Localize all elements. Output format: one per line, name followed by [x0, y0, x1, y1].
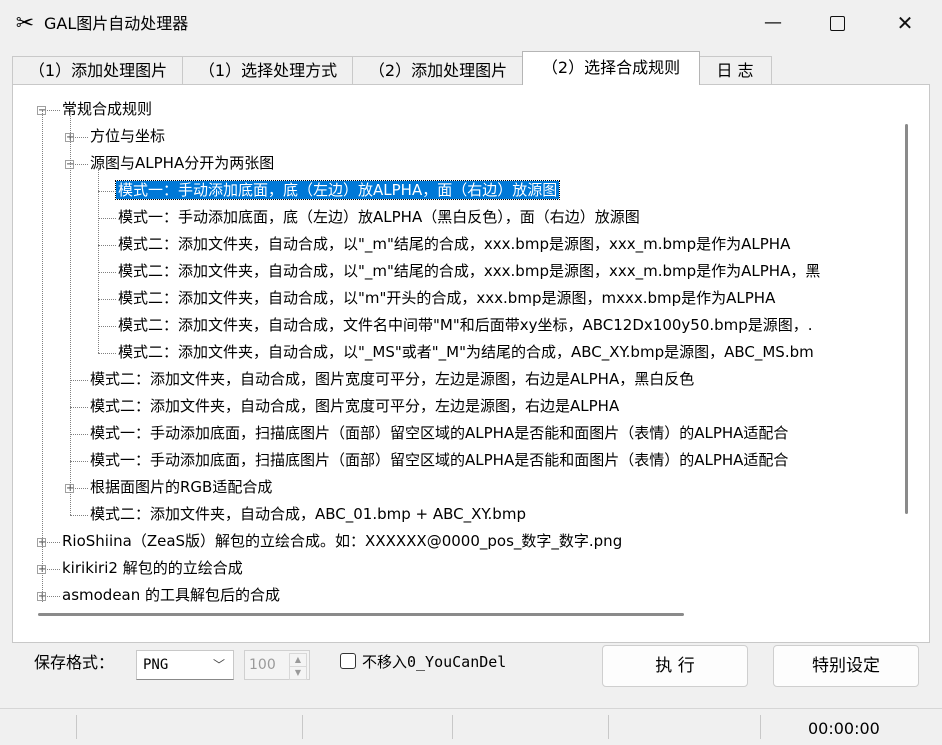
tree-guide-line — [42, 110, 43, 602]
horizontal-scrollbar[interactable] — [24, 606, 898, 620]
tree-item[interactable]: 模式二：添加文件夹，自动合成，以"_MS"或者"_M"为结尾的合成，ABC_XY… — [116, 339, 816, 366]
save-format-label: 保存格式： — [34, 653, 115, 672]
tree-node-label: asmodean 的工具解包后的合成 — [62, 586, 281, 602]
vertical-scrollbar[interactable] — [900, 96, 914, 602]
tree-item[interactable]: 模式二：添加文件夹，自动合成，文件名中间带"M"和后面带xy坐标，ABC12Dx… — [116, 312, 815, 339]
tree-node-label: kirikiri2 解包的的立绘合成 — [62, 559, 243, 577]
tree-connector — [70, 515, 88, 516]
tree-item[interactable]: 模式二：添加文件夹，自动合成，以"_m"结尾的合成，xxx.bmp是源图，xxx… — [116, 258, 822, 285]
tree-connector — [98, 272, 116, 273]
tree-node-label: 模式一：手动添加底面，扫描底图片（面部）留空区域的ALPHA是否能和面图片（表情… — [90, 451, 789, 469]
tree-item[interactable]: 模式二：添加文件夹，自动合成，图片宽度可平分，左边是源图，右边是ALPHA — [88, 393, 621, 420]
tree-guide-line — [98, 170, 99, 353]
tree-node-label: 源图与ALPHA分开为两张图 — [90, 154, 275, 172]
checkbox-box[interactable] — [340, 653, 356, 669]
no-move-checkbox[interactable]: 不移入0_YouCanDel — [340, 652, 506, 672]
elapsed-time: 00:00:00 — [808, 719, 880, 738]
tree-item[interactable]: 模式一：手动添加底面，扫描底图片（面部）留空区域的ALPHA是否能和面图片（表情… — [88, 420, 790, 447]
tree-item[interactable]: 模式二：添加文件夹，自动合成，以"m"开头的合成，xxx.bmp是源图，mxxx… — [116, 285, 777, 312]
execute-button[interactable]: 执 行 — [602, 645, 748, 687]
tree-connector — [70, 434, 88, 435]
tree-connector — [98, 353, 116, 354]
horizontal-scroll-thumb[interactable] — [38, 613, 684, 616]
tree-node-label: 根据面图片的RGB适配合成 — [90, 478, 273, 496]
tab-log[interactable]: 日 志 — [698, 56, 772, 84]
tree-connector — [98, 191, 116, 192]
tree-node-label: 常规合成规则 — [62, 100, 153, 118]
tree-group-node[interactable]: RioShiina（ZeaS版）解包的立绘合成。如：XXXXXX@0000_po… — [60, 528, 624, 555]
vertical-scroll-thumb[interactable] — [905, 124, 908, 514]
close-button[interactable]: ✕ — [872, 0, 938, 48]
tree-guide-line — [70, 116, 71, 515]
tree-group-node[interactable]: 常规合成规则 — [60, 96, 154, 123]
tree-node-label: 模式一：手动添加底面，扫描底图片（面部）留空区域的ALPHA是否能和面图片（表情… — [90, 424, 789, 442]
tree-item[interactable]: 模式一：手动添加底面，底（左边）放ALPHA，面（右边）放源图 — [114, 177, 561, 204]
status-divider — [76, 715, 77, 739]
maximize-button[interactable] — [804, 0, 870, 48]
save-format-value: PNG — [143, 657, 169, 673]
status-divider — [608, 715, 609, 739]
tree-connector — [98, 326, 116, 327]
chevron-down-icon: ﹀ — [212, 658, 225, 672]
tree-connector — [98, 218, 116, 219]
tree-node-label: 方位与坐标 — [90, 127, 166, 145]
tree-node-label: 模式二：添加文件夹，自动合成，以"_m"结尾的合成，xxx.bmp是源图，xxx… — [118, 235, 791, 253]
tree-node-label: RioShiina（ZeaS版）解包的立绘合成。如：XXXXXX@0000_po… — [62, 532, 623, 550]
merge-rules-tree[interactable]: 常规合成规则 − 方位与坐标 + 源图与ALPHA分开为两张图 − 模式一：手动添加底面，底… — [22, 95, 904, 602]
tree-item[interactable]: 模式二：添加文件夹，自动合成，ABC_01.bmp + ABC_XY.bmp — [88, 501, 528, 528]
tab-merge-rules-2[interactable]: （2）选择合成规则 — [522, 51, 700, 85]
status-divider — [302, 715, 303, 739]
tree-node-label: 模式二：添加文件夹，自动合成，文件名中间带"M"和后面带xy坐标，ABC12Dx… — [118, 316, 813, 334]
stepper-down-icon[interactable]: ▼ — [289, 666, 307, 680]
scissors-icon: ✂ — [15, 11, 35, 36]
tree-connector — [70, 380, 88, 381]
tree-item[interactable]: 模式二：添加文件夹，自动合成，图片宽度可平分，左边是源图，右边是ALPHA，黑白… — [88, 366, 696, 393]
tab-process-mode-1[interactable]: （1）选择处理方式 — [182, 56, 354, 84]
minimize-button[interactable]: — — [740, 0, 806, 48]
tree-connector — [70, 461, 88, 462]
tree-node-label: 模式二：添加文件夹，自动合成，以"_MS"或者"_M"为结尾的合成，ABC_XY… — [118, 343, 814, 361]
tree-connector — [98, 245, 116, 246]
tree-group-node[interactable]: 方位与坐标 — [88, 123, 167, 150]
tree-node-label: 模式一：手动添加底面，底（左边）放ALPHA（黑白反色），面（右边）放源图 — [118, 208, 640, 226]
tree-node-label: 模式一：手动添加底面，底（左边）放ALPHA，面（右边）放源图 — [114, 180, 561, 200]
tree-item[interactable]: 模式二：添加文件夹，自动合成，以"_m"结尾的合成，xxx.bmp是源图，xxx… — [116, 231, 792, 258]
tree-group-node[interactable]: asmodean 的工具解包后的合成 — [60, 582, 282, 602]
tree-item[interactable]: 模式一：手动添加底面，底（左边）放ALPHA（黑白反色），面（右边）放源图 — [116, 204, 642, 231]
special-settings-button[interactable]: 特别设定 — [773, 645, 919, 687]
tab-add-images-1[interactable]: （1）添加处理图片 — [12, 56, 184, 84]
tree-node-label: 模式二：添加文件夹，自动合成，图片宽度可平分，左边是源图，右边是ALPHA，黑白… — [90, 370, 695, 388]
maximize-icon — [829, 15, 845, 31]
title-bar: ✂ GAL图片自动处理器 — ✕ — [0, 0, 942, 48]
save-format-select[interactable]: PNG ﹀ — [136, 650, 234, 680]
no-move-checkbox-label: 不移入0_YouCanDel — [362, 653, 507, 671]
status-divider — [452, 715, 453, 739]
tree-node-label: 模式二：添加文件夹，自动合成，以"m"开头的合成，xxx.bmp是源图，mxxx… — [118, 289, 776, 307]
tree-connector — [98, 299, 116, 300]
tree-group-node[interactable]: 根据面图片的RGB适配合成 — [88, 474, 274, 501]
tree-node-label: 模式二：添加文件夹，自动合成，以"_m"结尾的合成，xxx.bmp是源图，xxx… — [118, 262, 821, 280]
quality-stepper[interactable]: 100 ▲ ▼ — [244, 650, 310, 680]
status-divider — [760, 715, 761, 739]
tree-connector — [70, 407, 88, 408]
quality-value: 100 — [249, 657, 276, 673]
tree-node-label: 模式二：添加文件夹，自动合成，ABC_01.bmp + ABC_XY.bmp — [90, 505, 526, 523]
window-title: GAL图片自动处理器 — [44, 14, 189, 33]
tree-item[interactable]: 模式一：手动添加底面，扫描底图片（面部）留空区域的ALPHA是否能和面图片（表情… — [88, 447, 790, 474]
tab-add-images-2[interactable]: （2）添加处理图片 — [352, 56, 524, 84]
tree-node-label: 模式二：添加文件夹，自动合成，图片宽度可平分，左边是源图，右边是ALPHA — [90, 397, 620, 415]
status-bar: 00:00:00 — [0, 708, 942, 745]
tree-group-node[interactable]: 源图与ALPHA分开为两张图 — [88, 150, 276, 177]
stepper-up-icon[interactable]: ▲ — [289, 653, 307, 667]
tree-group-node[interactable]: kirikiri2 解包的的立绘合成 — [60, 555, 245, 582]
